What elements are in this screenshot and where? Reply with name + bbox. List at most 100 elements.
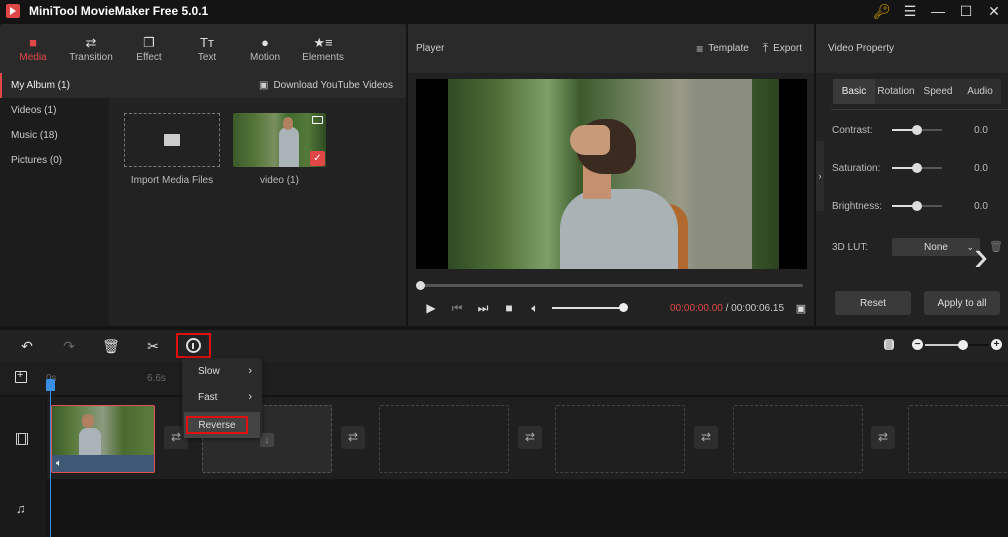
seek-bar[interactable] [416,281,803,290]
folder-icon: ■ [29,34,37,50]
empty-clip-slot[interactable] [733,405,863,473]
minimize-icon[interactable]: — [924,3,952,19]
saturation-slider[interactable] [892,163,942,173]
brightness-slider[interactable] [892,201,942,211]
redo-icon[interactable]: ↷ [48,338,90,355]
tab-elements[interactable]: ★≡ Elements [294,24,352,73]
transition-slot-button[interactable]: ⇄ [694,426,718,449]
previous-frame-icon[interactable]: ⏮ [444,301,470,316]
track-labels: ♫ [0,397,46,537]
upload-icon: ⤒ [762,41,769,55]
empty-clip-slot[interactable] [908,405,1008,473]
transition-slot-button[interactable]: ⇄ [871,426,895,449]
import-media-button[interactable] [124,113,220,167]
tab-media[interactable]: ■ Media [4,24,62,73]
empty-clip-slot[interactable] [379,405,509,473]
menu-icon[interactable]: ☰ [896,3,924,20]
folder-icon [164,134,180,146]
timeline-ruler[interactable]: 0s 6.6s [0,362,1008,395]
timeline-toolbar: ↶ ↷ 🗑︎ ✂ − + [0,330,1008,362]
chevron-right-icon[interactable]: › [974,234,988,278]
download-youtube-button[interactable]: ▣ Download YouTube Videos [109,73,406,98]
brightness-row: Brightness: 0.0 [832,200,988,212]
tab-basic[interactable]: Basic [833,79,875,104]
tab-audio[interactable]: Audio [959,79,1001,104]
sidebar-item-videos[interactable]: Videos (1) [0,98,109,123]
volume-slider[interactable] [552,303,628,312]
export-button[interactable]: ⤒ Export [763,41,802,56]
trash-icon[interactable]: 🗑︎ [989,240,1003,253]
media-panel: ■ Media ⇄ Transition ❐ Effect Tт Text ● … [0,24,406,326]
maximize-icon[interactable]: ☐ [952,3,980,20]
stop-icon[interactable]: ■ [496,301,522,315]
video-property-panel: Video Property › Basic Rotation Speed Au… [816,24,1008,326]
apply-to-all-button[interactable]: Apply to all [924,291,1000,315]
motion-sphere-icon: ● [261,34,269,50]
fit-timeline-icon[interactable] [884,339,894,350]
transition-slot-button[interactable]: ⇄ [341,426,365,449]
media-item-thumbnail[interactable]: ✓ [233,113,326,167]
video-preview[interactable] [416,79,807,269]
transition-slot-button[interactable]: ⇄ [518,426,542,449]
template-button[interactable]: ≡ Template [696,42,749,56]
collapse-panel-button[interactable]: › [816,141,824,211]
player-panel: Player ≡ Template ⤒ Export ▶ ⏮ ⏭ ■ 🔈︎ 00… [408,24,814,326]
time-display: 00:00:00.00 / 00:00:06.15 [670,302,784,314]
timeline-zoom-slider[interactable] [925,339,989,350]
lut-dropdown[interactable]: None ⌄ [892,238,980,256]
fullscreen-icon[interactable]: ▣ [794,302,808,315]
playhead-line [50,378,51,537]
next-frame-icon[interactable]: ⏭ [470,301,496,316]
undo-icon[interactable]: ↶ [6,338,48,355]
title-bar: MiniTool MovieMaker Free 5.0.1 🔑︎ ☰ — ☐ … [0,0,1008,22]
delete-icon[interactable]: 🗑︎ [90,338,132,355]
swap-arrows-icon: ⇄ [347,430,359,444]
volume-icon[interactable]: 🔈︎ [522,301,548,316]
tab-motion[interactable]: ● Motion [236,24,294,73]
contrast-slider[interactable] [892,125,942,135]
sidebar-item-music[interactable]: Music (18) [0,123,109,148]
total-time: 00:00:06.15 [731,302,784,314]
close-icon[interactable]: ✕ [980,3,1008,20]
zoom-in-icon[interactable]: + [991,339,1002,350]
media-toolbar: ■ Media ⇄ Transition ❐ Effect Tт Text ● … [0,24,406,73]
add-track-icon[interactable] [15,369,27,383]
star-list-icon: ★≡ [313,34,333,50]
download-arrow-icon: ↓ [260,433,274,447]
tab-effect[interactable]: ❐ Effect [120,24,178,73]
checkmark-icon[interactable]: ✓ [310,151,325,166]
layers-stack-icon: ≡ [696,41,704,56]
speed-button[interactable] [176,333,211,358]
app-title: MiniTool MovieMaker Free 5.0.1 [29,4,209,18]
tab-transition[interactable]: ⇄ Transition [62,24,120,73]
sidebar-item-my-album[interactable]: My Album (1) [0,73,109,98]
empty-clip-slot[interactable] [555,405,685,473]
menu-item-slow[interactable]: Slow › [182,358,262,384]
media-item-label: video (1) [260,175,299,186]
reset-button[interactable]: Reset [835,291,911,315]
key-icon[interactable]: 🔑︎ [868,3,896,20]
saturation-row: Saturation: 0.0 [832,162,988,174]
speed-menu: Slow › Fast › Reverse [182,358,262,438]
menu-item-fast[interactable]: Fast › [182,384,262,410]
tab-speed[interactable]: Speed [917,79,959,104]
tab-rotation[interactable]: Rotation [875,79,917,104]
volume-icon[interactable]: 🔈︎ [56,458,62,469]
music-note-icon: ♫ [16,501,26,516]
seek-handle[interactable] [416,281,425,290]
ruler-tick: 6.6s [147,373,166,384]
sidebar-item-pictures[interactable]: Pictures (0) [0,148,109,173]
split-scissors-icon[interactable]: ✂ [132,338,174,355]
play-icon[interactable]: ▶ [418,301,444,315]
menu-item-reverse[interactable]: Reverse [184,412,260,438]
app-logo-icon [6,4,20,18]
player-title: Player [416,43,445,54]
audio-track[interactable] [47,480,1008,512]
film-icon [16,433,28,445]
album-content: ▣ Download YouTube Videos Import Media F… [109,73,406,326]
zoom-out-icon[interactable]: − [912,339,923,350]
timeline-clip[interactable]: 🔈︎ [51,405,155,473]
current-time: 00:00:00.00 [670,302,723,314]
tab-text[interactable]: Tт Text [178,24,236,73]
video-camera-icon [312,116,323,124]
